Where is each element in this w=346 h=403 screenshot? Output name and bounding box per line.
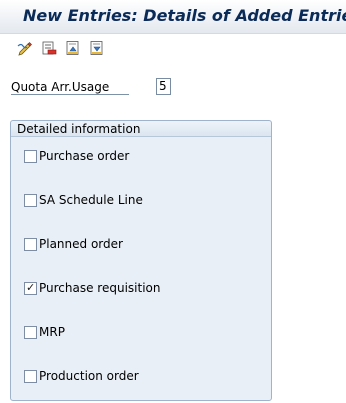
production-order-checkbox[interactable] [24,370,37,383]
next-entry-icon [90,41,103,55]
application-toolbar [0,34,346,62]
mrp-label: MRP [39,325,65,339]
sa-schedule-line-checkbox[interactable] [24,194,37,207]
planned-order-label: Planned order [39,237,123,251]
previous-entry-icon [66,41,79,55]
delete-row-icon [42,41,57,55]
previous-entry-button[interactable] [65,40,81,56]
page-title: New Entries: Details of Added Entries [23,6,346,25]
group-header: Detailed information [11,121,271,137]
title-bar: New Entries: Details of Added Entries [0,0,346,34]
next-entry-button[interactable] [89,40,105,56]
delete-row-button[interactable] [41,40,57,56]
purchase-order-checkbox[interactable] [24,150,37,163]
quota-arr-usage-input[interactable]: 5 [156,78,171,95]
mrp-checkbox[interactable] [24,326,37,339]
purchase-requisition-label: Purchase requisition [39,281,161,295]
edit-pen-icon [17,42,32,56]
edit-pen-button[interactable] [17,40,33,56]
content-area: Quota Arr.Usage 5 Detailed information P… [0,62,346,403]
check-mark-icon: ✓ [26,281,36,294]
planned-order-checkbox[interactable] [24,238,37,251]
purchase-order-label: Purchase order [39,149,130,163]
group-title: Detailed information [17,122,141,136]
sa-schedule-line-label: SA Schedule Line [39,193,143,207]
purchase-requisition-checkbox[interactable]: ✓ [24,282,37,295]
detailed-information-group: Detailed information Purchase order SA S… [10,120,272,401]
quota-arr-usage-label: Quota Arr.Usage [11,80,129,95]
production-order-label: Production order [39,369,139,383]
